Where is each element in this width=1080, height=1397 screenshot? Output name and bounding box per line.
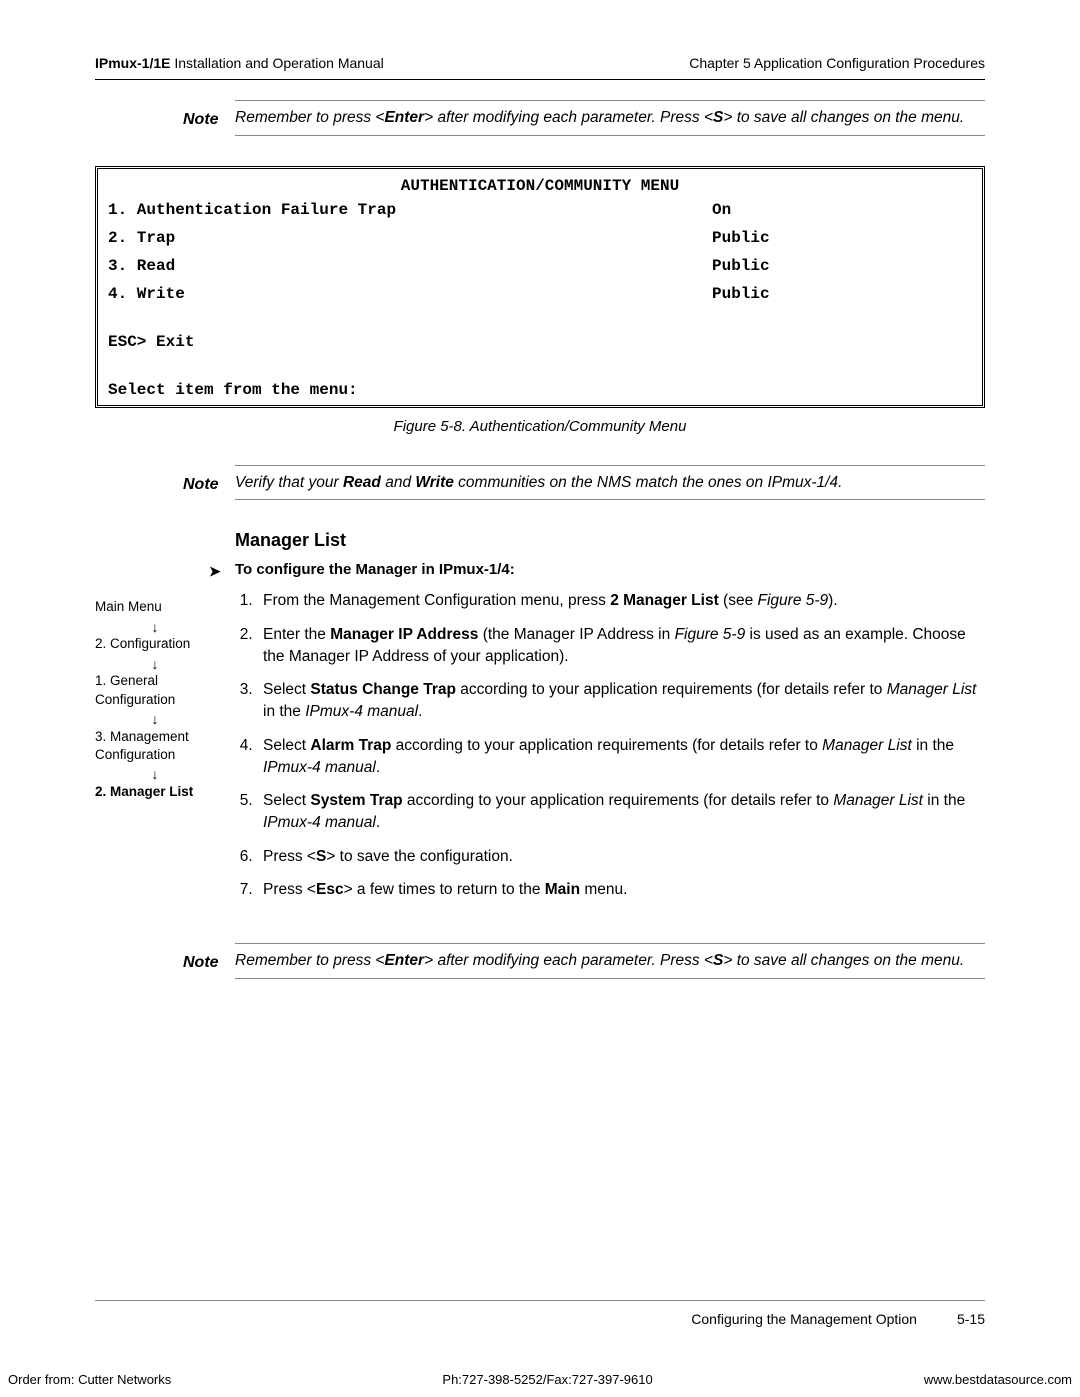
- note-text: Verify that your Read and Write communit…: [235, 472, 985, 494]
- note-label: Note: [183, 111, 219, 129]
- procedure-title: To configure the Manager in IPmux-1/4:: [235, 561, 515, 578]
- chapter-title: Chapter 5 Application Configuration Proc…: [689, 55, 985, 71]
- page-number: 5-15: [957, 1311, 985, 1327]
- procedure-heading: ➤ To configure the Manager in IPmux-1/4:: [235, 561, 985, 578]
- figure-caption: Figure 5-8. Authentication/Community Men…: [95, 418, 985, 435]
- note-text: Remember to press <Enter> after modifyin…: [235, 107, 985, 129]
- note-label: Note: [183, 476, 219, 494]
- note-block-3: Note Remember to press <Enter> after mod…: [235, 943, 985, 979]
- nav-breadcrumb-sidebar: Main Menu ↓ 2. Configuration ↓ 1. Genera…: [95, 590, 215, 913]
- note-text: Remember to press <Enter> after modifyin…: [235, 950, 985, 972]
- menu-item-value: Public: [712, 257, 972, 275]
- document-footer-bar: Order from: Cutter Networks Ph:727-398-5…: [0, 1372, 1080, 1387]
- step-item: Press <Esc> a few times to return to the…: [257, 879, 985, 901]
- down-arrow-icon: ↓: [95, 656, 215, 673]
- menu-item-value: On: [712, 201, 972, 219]
- section-heading: Manager List: [235, 530, 985, 551]
- menu-item-label: 3. Read: [108, 257, 712, 275]
- arrow-right-icon: ➤: [209, 563, 221, 580]
- menu-item-label: 2. Trap: [108, 229, 712, 247]
- order-info: Order from: Cutter Networks: [8, 1372, 171, 1387]
- step-item: Press <S> to save the configuration.: [257, 846, 985, 868]
- step-item: Select System Trap according to your app…: [257, 790, 985, 833]
- down-arrow-icon: ↓: [95, 711, 215, 728]
- menu-prompt: Select item from the menu:: [108, 381, 972, 399]
- product-name: IPmux-1/1E: [95, 55, 170, 71]
- note-block-1: Note Remember to press <Enter> after mod…: [235, 100, 985, 136]
- footer-section-title: Configuring the Management Option: [691, 1311, 917, 1327]
- header-left: IPmux-1/1E Installation and Operation Ma…: [95, 55, 384, 71]
- step-item: Enter the Manager IP Address (the Manage…: [257, 624, 985, 667]
- menu-title: AUTHENTICATION/COMMUNITY MENU: [108, 177, 972, 195]
- down-arrow-icon: ↓: [95, 619, 215, 636]
- step-item: Select Status Change Trap according to y…: [257, 679, 985, 722]
- step-item: From the Management Configuration menu, …: [257, 590, 985, 612]
- contact-info: Ph:727-398-5252/Fax:727-397-9610: [442, 1372, 652, 1387]
- step-item: Select Alarm Trap according to your appl…: [257, 735, 985, 778]
- terminal-menu-box: AUTHENTICATION/COMMUNITY MENU 1. Authent…: [95, 166, 985, 408]
- note-block-2: Note Verify that your Read and Write com…: [235, 465, 985, 501]
- menu-item-value: Public: [712, 229, 972, 247]
- menu-row: 1. Authentication Failure Trap On: [108, 201, 972, 219]
- menu-row: 2. Trap Public: [108, 229, 972, 247]
- website-url: www.bestdatasource.com: [924, 1372, 1072, 1387]
- menu-item-value: Public: [712, 285, 972, 303]
- manual-title: Installation and Operation Manual: [170, 55, 383, 71]
- sidebar-item: Main Menu: [95, 598, 215, 616]
- page-footer: Configuring the Management Option 5-15: [95, 1300, 985, 1327]
- sidebar-item: 3. Management Configuration: [95, 728, 215, 764]
- note-label: Note: [183, 954, 219, 972]
- menu-row: 4. Write Public: [108, 285, 972, 303]
- menu-item-label: 4. Write: [108, 285, 712, 303]
- page-header: IPmux-1/1E Installation and Operation Ma…: [95, 55, 985, 80]
- procedure-steps: From the Management Configuration menu, …: [235, 590, 985, 913]
- down-arrow-icon: ↓: [95, 766, 215, 783]
- menu-esc: ESC> Exit: [108, 333, 972, 351]
- menu-row: 3. Read Public: [108, 257, 972, 275]
- sidebar-item-current: 2. Manager List: [95, 783, 215, 801]
- sidebar-item: 1. General Configuration: [95, 672, 215, 708]
- sidebar-item: 2. Configuration: [95, 635, 215, 653]
- menu-item-label: 1. Authentication Failure Trap: [108, 201, 712, 219]
